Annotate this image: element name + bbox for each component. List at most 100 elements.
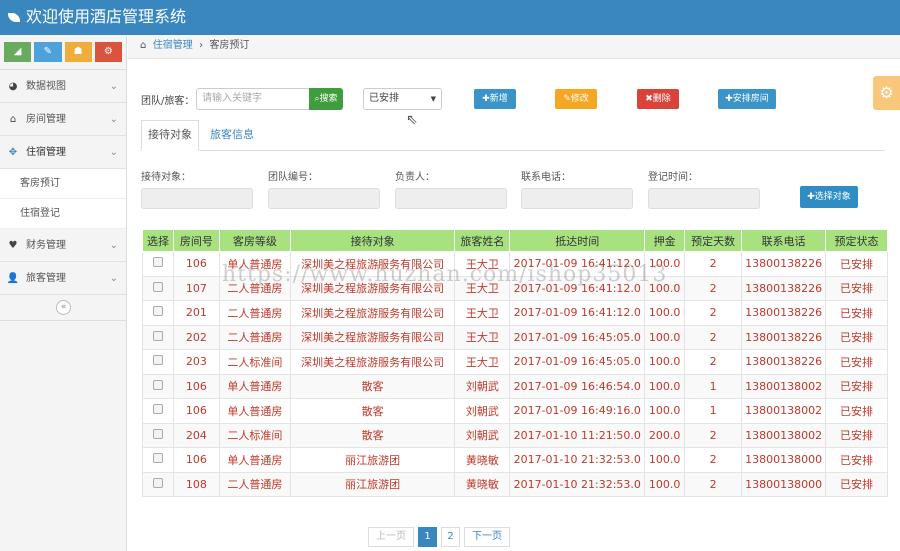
table-row[interactable]: 106 单人普通房 散客 刘朝武 2017-01-09 16:46:54.0 100.0 1… bbox=[142, 373, 888, 399]
register-time-field[interactable] bbox=[648, 188, 760, 209]
row-checkbox[interactable] bbox=[152, 404, 163, 415]
sidebar-subitem-checkin[interactable]: 住宿登记 bbox=[0, 199, 126, 229]
row-checkbox[interactable] bbox=[152, 306, 163, 317]
page-1-button[interactable]: 1 bbox=[418, 527, 437, 547]
status-select[interactable]: 已安排 ▼ bbox=[363, 88, 442, 110]
table-row[interactable]: 201 二人普通房 深圳美之程旅游服务有限公司 王大卫 2017-01-09 16:41… bbox=[142, 300, 888, 326]
table-row[interactable]: 107 二人普通房 深圳美之程旅游服务有限公司 王大卫 2017-01-09 16:41… bbox=[142, 275, 888, 301]
table-cell: 100.0 bbox=[644, 251, 686, 277]
row-checkbox[interactable] bbox=[152, 453, 163, 464]
table-cell: 二人普通房 bbox=[218, 471, 291, 497]
person-in-charge-field[interactable] bbox=[395, 188, 507, 209]
table-cell: 13800138002 bbox=[741, 373, 827, 399]
breadcrumb-parent[interactable]: 住宿管理 bbox=[153, 40, 193, 51]
select-cell bbox=[142, 447, 174, 473]
table-cell: 100.0 bbox=[644, 471, 686, 497]
table-cell: 单人普通房 bbox=[218, 447, 291, 473]
table-row[interactable]: 106 单人普通房 深圳美之程旅游服务有限公司 王大卫 2017-01-09 16:41… bbox=[142, 251, 888, 277]
table-row[interactable]: 106 单人普通房 丽江旅游团 黄晓敏 2017-01-10 21:32:53.0 100… bbox=[142, 447, 888, 473]
sidebar-item-finance[interactable]: ♥ 财务管理 ⌄ bbox=[0, 229, 126, 262]
table-cell: 108 bbox=[172, 471, 220, 497]
table-cell: 100.0 bbox=[644, 447, 686, 473]
table-cell: 刘朝武 bbox=[454, 373, 511, 399]
booking-table: 选择 房间号 客房等级 接待对象 旅客姓名 抵达时间 押金 预定天数 联系电话 预定状态 106 单… bbox=[142, 229, 888, 497]
settings-gear-button[interactable]: ⚙ bbox=[873, 76, 900, 110]
table-cell: 单人普通房 bbox=[218, 398, 291, 424]
label-person-in-charge: 负责人： bbox=[395, 172, 435, 183]
table-cell: 106 bbox=[172, 398, 220, 424]
add-button[interactable]: ✚新增 bbox=[474, 89, 516, 109]
edit-label: 修改 bbox=[570, 94, 589, 104]
table-cell: 13800138000 bbox=[741, 447, 827, 473]
table-cell: 2017-01-10 11:21:50.0 bbox=[509, 422, 646, 448]
table-cell: 二人标准间 bbox=[218, 422, 291, 448]
table-cell: 刘朝武 bbox=[454, 422, 511, 448]
keyword-input[interactable]: 请输入关键字 bbox=[196, 88, 310, 110]
collapse-button[interactable]: « bbox=[56, 300, 71, 315]
table-cell: 深圳美之程旅游服务有限公司 bbox=[289, 251, 456, 277]
table-body: 106 单人普通房 深圳美之程旅游服务有限公司 王大卫 2017-01-09 16:41… bbox=[142, 251, 888, 497]
table-cell: 202 bbox=[172, 324, 220, 350]
move-icon: ✥ bbox=[8, 147, 18, 158]
table-row[interactable]: 203 二人标准间 深圳美之程旅游服务有限公司 王大卫 2017-01-09 16:45… bbox=[142, 349, 888, 375]
row-checkbox[interactable] bbox=[152, 379, 163, 390]
users-shortcut-icon[interactable]: ☗ bbox=[64, 42, 92, 62]
mouse-cursor-icon: ⇖ bbox=[406, 112, 418, 128]
table-cell: 2017-01-09 16:49:16.0 bbox=[509, 398, 646, 424]
sidebar-item-data-view[interactable]: ◕ 数据视图 ⌄ bbox=[0, 70, 126, 103]
column-header: 房间号 bbox=[172, 229, 220, 252]
table-cell: 2017-01-09 16:45:05.0 bbox=[509, 349, 646, 375]
sidebar-item-label: 旅客管理 bbox=[26, 273, 66, 284]
prev-page-button[interactable]: 上一页 bbox=[368, 527, 414, 547]
table-row[interactable]: 204 二人标准间 散客 刘朝武 2017-01-10 11:21:50.0 200.0 2… bbox=[142, 422, 888, 448]
page-2-button[interactable]: 2 bbox=[441, 527, 460, 547]
select-target-button[interactable]: ✚选择对象 bbox=[800, 186, 858, 208]
chevron-down-icon: ⌄ bbox=[109, 240, 118, 251]
table-cell: 王大卫 bbox=[454, 349, 511, 375]
table-cell: 已安排 bbox=[825, 300, 888, 326]
table-cell: 1 bbox=[684, 398, 743, 424]
table-cell: 2 bbox=[684, 275, 743, 301]
table-row[interactable]: 202 二人普通房 深圳美之程旅游服务有限公司 王大卫 2017-01-09 16:45… bbox=[142, 324, 888, 350]
sidebar-subitem-booking[interactable]: 客房预订 bbox=[0, 169, 126, 199]
table-cell: 丽江旅游团 bbox=[289, 447, 456, 473]
chart-shortcut-icon[interactable]: ◢ bbox=[4, 42, 32, 62]
table-cell: 已安排 bbox=[825, 471, 888, 497]
sidebar-item-label: 房间管理 bbox=[26, 114, 66, 125]
status-select-value: 已安排 bbox=[369, 93, 399, 104]
tab-guest-info[interactable]: 旅客信息 bbox=[210, 126, 254, 142]
table-cell: 106 bbox=[172, 373, 220, 399]
team-number-field[interactable] bbox=[268, 188, 380, 209]
row-checkbox[interactable] bbox=[152, 330, 163, 341]
table-cell: 二人普通房 bbox=[218, 324, 291, 350]
phone-field[interactable] bbox=[521, 188, 633, 209]
row-checkbox[interactable] bbox=[152, 355, 163, 366]
arrange-room-button[interactable]: ✚安排房间 bbox=[718, 89, 776, 109]
search-button[interactable]: ⌕搜索 bbox=[309, 88, 343, 110]
reception-target-field[interactable] bbox=[141, 188, 253, 209]
table-row[interactable]: 106 单人普通房 散客 刘朝武 2017-01-09 16:49:16.0 100.0 1… bbox=[142, 398, 888, 424]
column-header: 联系电话 bbox=[741, 229, 827, 252]
chevron-down-icon: ⌄ bbox=[109, 114, 118, 125]
next-page-button[interactable]: 下一页 bbox=[464, 527, 510, 547]
app-title: 欢迎使用酒店管理系统 bbox=[26, 7, 187, 26]
edit-button[interactable]: ✎修改 bbox=[555, 89, 597, 109]
sidebar-item-lodging[interactable]: ✥ 住宿管理 ⌄ bbox=[0, 136, 126, 169]
row-checkbox[interactable] bbox=[152, 281, 163, 292]
row-checkbox[interactable] bbox=[152, 477, 163, 488]
tab-reception-target[interactable]: 接待对象 bbox=[141, 120, 199, 151]
table-cell: 13800138226 bbox=[741, 251, 827, 277]
table-cell: 刘朝武 bbox=[454, 398, 511, 424]
select-target-label: 选择对象 bbox=[814, 192, 851, 202]
sidebar-item-guest[interactable]: 👤 旅客管理 ⌄ bbox=[0, 262, 126, 295]
row-checkbox[interactable] bbox=[152, 257, 163, 268]
row-checkbox[interactable] bbox=[152, 428, 163, 439]
table-cell: 13800138226 bbox=[741, 300, 827, 326]
pencil-shortcut-icon[interactable]: ✎ bbox=[34, 42, 62, 62]
delete-button[interactable]: ✖删除 bbox=[637, 89, 679, 109]
home-icon: ⌂ bbox=[140, 40, 147, 51]
cogs-shortcut-icon[interactable]: ⚙ bbox=[94, 42, 122, 62]
table-row[interactable]: 108 二人普通房 丽江旅游团 黄晓敏 2017-01-10 21:32:53.0 100… bbox=[142, 471, 888, 497]
sidebar-item-room[interactable]: ⌂ 房间管理 ⌄ bbox=[0, 103, 126, 136]
table-cell: 散客 bbox=[289, 422, 456, 448]
